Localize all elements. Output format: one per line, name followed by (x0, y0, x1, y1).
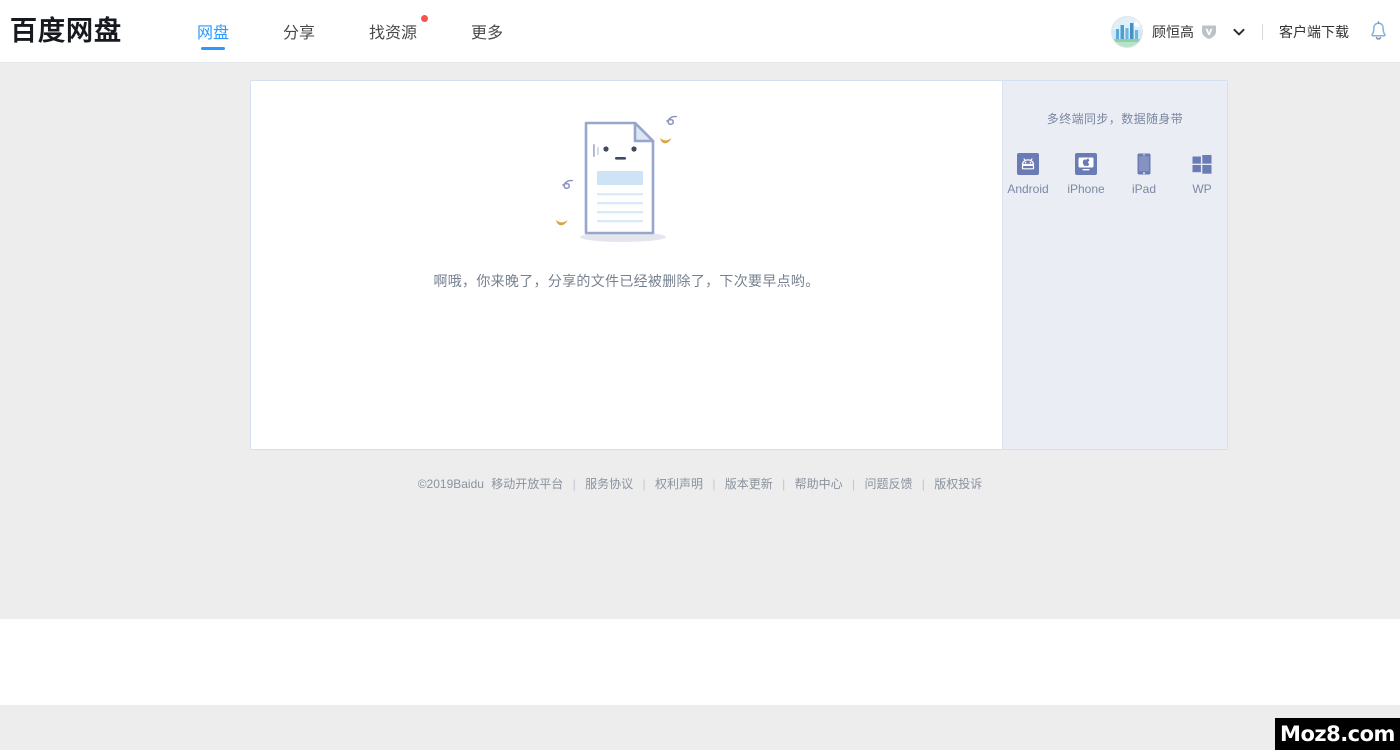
footer-separator: | (921, 477, 925, 491)
footer-separator: | (642, 477, 646, 491)
username-label: 顾恒高 (1152, 23, 1194, 40)
vip-diamond-icon (1200, 23, 1218, 41)
app-label: WP (1192, 182, 1212, 196)
iphone-icon (1075, 153, 1097, 175)
avatar[interactable] (1111, 15, 1143, 48)
app-label: iPad (1131, 182, 1157, 196)
site-logo[interactable]: 百度网盘 (10, 17, 122, 45)
footer-separator: | (782, 477, 786, 491)
new-badge-dot-icon (421, 14, 429, 22)
nav-item-fenxiang[interactable]: 分享 (256, 0, 342, 63)
footer-link-mobile-platform[interactable]: 移动开放平台 (491, 477, 563, 491)
app-download-iphone[interactable]: iPhone (1067, 153, 1105, 196)
app-download-panel: 多终端同步，数据随身带 Android iPhone iPad WP (1002, 81, 1227, 449)
main-navigation: 网盘 分享 找资源 更多 (170, 0, 530, 63)
active-tab-underline (201, 46, 225, 50)
footer-link-feedback[interactable]: 问题反馈 (864, 477, 912, 491)
nav-item-wangpan[interactable]: 网盘 (170, 0, 256, 63)
bell-icon[interactable] (1369, 21, 1388, 42)
deleted-file-document-illustration (251, 103, 1002, 253)
footer-link-help-center[interactable]: 帮助中心 (795, 477, 843, 491)
chevron-down-icon[interactable] (1232, 25, 1246, 39)
error-panel: 啊哦，你来晚了，分享的文件已经被删除了，下次要早点哟。 (251, 81, 1002, 449)
site-footer: ©2019Baidu 移动开放平台 | 服务协议 | 权利声明 | 版本更新 |… (0, 475, 1400, 492)
ipad-icon (1133, 153, 1155, 175)
nav-item-zhaoziyuan[interactable]: 找资源 (342, 0, 444, 63)
footer-link-copyright-complaint[interactable]: 版权投诉 (934, 477, 982, 491)
nav-item-label: 找资源 (369, 25, 418, 42)
nav-item-label: 网盘 (197, 25, 230, 42)
footer-link-service-agreement[interactable]: 服务协议 (585, 477, 633, 491)
app-download-ipad[interactable]: iPad (1125, 153, 1163, 196)
watermark: Moz8.com (1275, 718, 1400, 750)
bottom-white-band (0, 619, 1400, 705)
app-download-android[interactable]: Android (1007, 153, 1049, 196)
footer-separator: | (851, 477, 856, 491)
android-icon (1017, 153, 1039, 175)
windows-phone-icon (1191, 153, 1213, 175)
error-message: 啊哦，你来晚了，分享的文件已经被删除了，下次要早点哟。 (433, 273, 820, 289)
app-label: Android (1007, 182, 1049, 196)
client-download-link[interactable]: 客户端下载 (1279, 22, 1349, 42)
app-download-wp[interactable]: WP (1183, 153, 1221, 196)
app-icon-list: Android iPhone iPad WP (1003, 153, 1227, 196)
content-card: 啊哦，你来晚了，分享的文件已经被删除了，下次要早点哟。 多终端同步，数据随身带 (250, 80, 1228, 450)
footer-separator: | (712, 477, 716, 491)
copyright-text: ©2019Baidu (417, 477, 484, 491)
app-label: iPhone (1067, 182, 1105, 196)
site-header: 百度网盘 网盘 分享 找资源 更多 顾恒高 客户端下载 (0, 0, 1400, 63)
app-panel-title: 多终端同步，数据随身带 (1046, 112, 1184, 126)
header-divider (1262, 23, 1263, 40)
footer-separator: | (572, 477, 576, 491)
header-user-area: 顾恒高 客户端下载 (1111, 0, 1400, 63)
nav-item-gengduo[interactable]: 更多 (444, 0, 530, 63)
footer-link-version-update[interactable]: 版本更新 (725, 477, 773, 491)
nav-item-label: 更多 (471, 25, 504, 42)
nav-item-label: 分享 (283, 25, 316, 42)
footer-link-rights-statement[interactable]: 权利声明 (655, 477, 703, 491)
